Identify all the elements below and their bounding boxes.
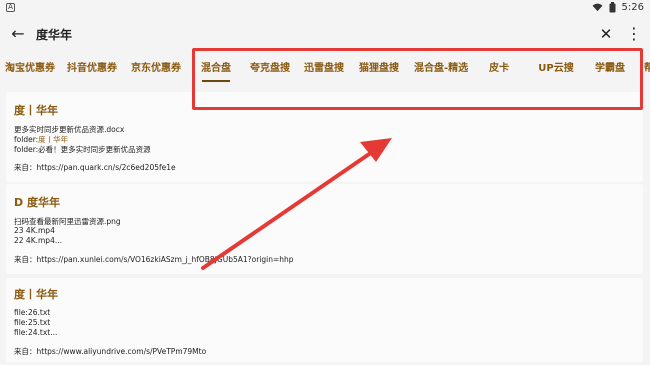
status-bar: A 5:26	[0, 0, 650, 16]
status-time: 5:26	[621, 2, 644, 13]
search-query[interactable]: 度华年	[36, 26, 72, 43]
result-file: 23 4K.mp4	[14, 226, 55, 235]
folder-prefix: folder:	[14, 135, 39, 144]
result-source-link[interactable]: 来自：https://pan.xunlei.com/s/VO16zkiASzm_…	[14, 254, 294, 265]
tab-douyin-coupon[interactable]: 抖音优惠券	[66, 52, 118, 86]
result-title: 度丨华年	[14, 288, 58, 301]
tab-jd-coupon[interactable]: 京东优惠券	[130, 52, 182, 86]
more-vert-icon[interactable]: ⋮	[626, 24, 642, 44]
result-folder: folder:必看！更多实时同步更新优品资源	[14, 145, 151, 154]
search-bar: ← 度华年 ✕ ⋮	[0, 18, 650, 50]
result-title: D 度华年	[14, 196, 60, 209]
wifi-icon	[592, 3, 602, 12]
result-card[interactable]: D 度华年 扫码查看最新阿里迅雷资源.png 23 4K.mp4 22 4K.m…	[6, 184, 643, 274]
result-file: 22 4K.mp4...	[14, 236, 62, 245]
result-title: 度丨华年	[14, 104, 58, 117]
back-arrow-icon[interactable]: ←	[8, 24, 28, 44]
tab-taobao-coupon[interactable]: 淘宝优惠券	[4, 52, 56, 86]
close-icon[interactable]: ✕	[596, 24, 616, 44]
app-notification-icon: A	[6, 3, 15, 12]
result-card[interactable]: 度丨华年 file:26.txt file:25.txt file:24.txt…	[6, 278, 643, 362]
result-source-link[interactable]: 来自：https://www.aliyundrive.com/s/PVeTPm7…	[14, 346, 206, 357]
result-source-link[interactable]: 来自：https://pan.quark.cn/s/2c6ed205fe1e	[14, 162, 176, 173]
tab-overflow[interactable]: 帮	[644, 52, 650, 86]
folder-highlight: 度丨华年	[38, 135, 69, 144]
result-file: file:24.txt...	[14, 328, 58, 337]
status-icons: 5:26	[592, 2, 644, 13]
result-file: file:26.txt	[14, 308, 51, 317]
result-file: file:25.txt	[14, 318, 51, 327]
annotation-highlight-box	[192, 48, 643, 110]
battery-icon	[609, 2, 616, 13]
